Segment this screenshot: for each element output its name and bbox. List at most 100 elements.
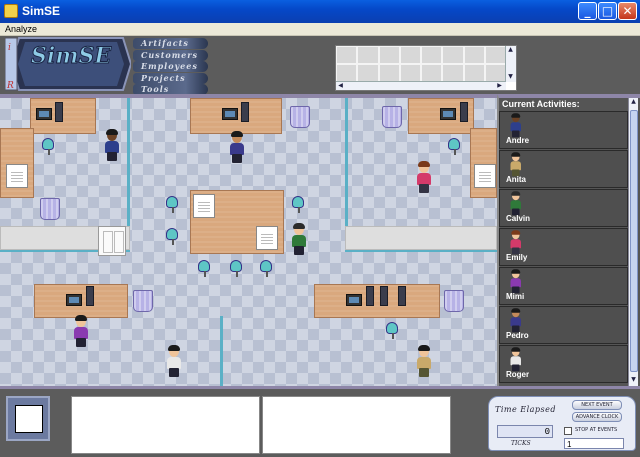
- grid-cell[interactable]: [378, 64, 400, 82]
- computer-monitor-icon: [440, 108, 456, 120]
- employee-list-item-roger[interactable]: Roger: [499, 345, 628, 383]
- nav-customers[interactable]: Customers: [133, 49, 208, 61]
- next-event-button[interactable]: NEXT EVENT: [572, 400, 622, 410]
- grid-cell[interactable]: [442, 46, 464, 64]
- document-artifact-icon[interactable]: [474, 164, 496, 188]
- grid-cell[interactable]: [442, 64, 464, 82]
- cabinet-icon: [98, 226, 126, 256]
- computer-monitor-icon: [346, 294, 362, 306]
- ticks-display: 0: [497, 425, 553, 438]
- employee-sprite-mimi[interactable]: [72, 315, 90, 348]
- nav-projects[interactable]: Projects: [133, 72, 208, 84]
- advance-steps-input[interactable]: 1: [564, 438, 624, 449]
- employee-name: Andre: [506, 136, 530, 145]
- grid-cell[interactable]: [399, 64, 421, 82]
- scroll-up-arrow-icon[interactable]: ▲: [629, 98, 638, 105]
- employee-list-item-andre[interactable]: Andre: [499, 111, 628, 149]
- computer-tower-icon: [366, 286, 374, 306]
- ticks-value: 0: [544, 427, 550, 437]
- office-chair-icon: [166, 196, 178, 213]
- employee-portrait-icon: [509, 308, 521, 333]
- office-wall: [127, 98, 130, 228]
- svg-text:R: R: [6, 81, 14, 91]
- document-artifact-icon[interactable]: [193, 194, 215, 218]
- minimize-button[interactable]: _: [578, 2, 597, 20]
- grid-cell[interactable]: [463, 46, 485, 64]
- employee-name: Roger: [506, 370, 530, 379]
- svg-text:i: i: [8, 43, 11, 53]
- java-app-icon: [4, 4, 18, 18]
- grid-vertical-scrollbar[interactable]: ▲ ▼: [505, 46, 516, 82]
- employee-list-item-calvin[interactable]: Calvin: [499, 189, 628, 227]
- office-chair-icon: [386, 322, 398, 339]
- grid-cell[interactable]: [336, 46, 358, 64]
- grid-cell[interactable]: [357, 46, 379, 64]
- selected-object-frame: [6, 396, 50, 441]
- overview-grid: [336, 46, 506, 82]
- scroll-down-arrow-icon[interactable]: ▼: [629, 376, 638, 383]
- nav-menu: Artifacts Customers Employees Projects T…: [133, 38, 208, 96]
- simse-logo: i R SimSE: [5, 37, 131, 91]
- grid-cell[interactable]: [399, 46, 421, 64]
- computer-monitor-icon: [66, 294, 82, 306]
- office-chair-icon: [166, 228, 178, 245]
- document-artifact-icon[interactable]: [6, 164, 28, 188]
- employee-sprite-andre[interactable]: [103, 129, 121, 162]
- office-map[interactable]: [0, 94, 497, 386]
- office-chair-icon: [292, 196, 304, 213]
- employee-sprite-emily[interactable]: [415, 161, 433, 194]
- grid-cell[interactable]: [421, 64, 443, 82]
- selected-object-image: [15, 405, 43, 433]
- employee-sprite-calvin[interactable]: [290, 223, 308, 256]
- advance-steps-value: 1: [567, 440, 572, 449]
- scroll-right-arrow-icon[interactable]: ▶: [495, 82, 504, 89]
- computer-tower-icon: [86, 286, 94, 306]
- grid-horizontal-scrollbar[interactable]: ◀ ▶: [336, 81, 506, 90]
- employee-portrait-icon: [509, 269, 521, 294]
- employee-list-scrollbar[interactable]: ▲ ▼: [628, 98, 638, 386]
- close-button[interactable]: ✕: [618, 2, 637, 20]
- employee-sprite-roger[interactable]: [165, 345, 183, 378]
- stop-at-events-checkbox[interactable]: [564, 427, 572, 435]
- employee-list-item-mimi[interactable]: Mimi: [499, 267, 628, 305]
- nav-employees[interactable]: Employees: [133, 61, 208, 72]
- employee-list-item-pedro[interactable]: Pedro: [499, 306, 628, 344]
- computer-tower-icon: [398, 286, 406, 306]
- trash-bin-icon: [444, 290, 464, 312]
- employee-list-item-emily[interactable]: Emily: [499, 228, 628, 266]
- computer-tower-icon: [241, 102, 249, 122]
- scroll-up-arrow-icon[interactable]: ▲: [506, 46, 515, 53]
- employee-sprite-pedro[interactable]: [228, 131, 246, 164]
- advance-clock-button[interactable]: ADVANCE CLOCK: [572, 412, 622, 422]
- grid-cell[interactable]: [357, 64, 379, 82]
- grid-cell[interactable]: [336, 64, 358, 82]
- info-text-area-left[interactable]: [71, 396, 260, 454]
- svg-text:SimSE: SimSE: [31, 43, 112, 69]
- computer-monitor-icon: [222, 108, 238, 120]
- overview-grid-panel: ▲ ▼ ◀ ▶: [335, 45, 517, 91]
- info-text-area-right[interactable]: [262, 396, 451, 454]
- office-wall: [220, 316, 223, 386]
- grid-cell[interactable]: [484, 64, 506, 82]
- grid-cell[interactable]: [421, 46, 443, 64]
- trash-bin-icon: [133, 290, 153, 312]
- scroll-down-arrow-icon[interactable]: ▼: [506, 73, 515, 80]
- desk: [314, 284, 440, 318]
- maximize-button[interactable]: □: [598, 2, 617, 20]
- grid-cell[interactable]: [463, 64, 485, 82]
- employee-sprite-anita[interactable]: [415, 345, 433, 378]
- grid-cell[interactable]: [378, 46, 400, 64]
- grid-cell[interactable]: [484, 46, 506, 64]
- employee-portrait-icon: [509, 191, 521, 216]
- window-title: SimSE: [22, 4, 61, 18]
- document-artifact-icon[interactable]: [256, 226, 278, 250]
- employee-list-item-anita[interactable]: Anita: [499, 150, 628, 188]
- trash-bin-icon: [290, 106, 310, 128]
- scrollbar-thumb[interactable]: [630, 110, 638, 372]
- scroll-left-arrow-icon[interactable]: ◀: [336, 82, 345, 89]
- stop-at-events-label: STOP AT EVENTS: [575, 427, 618, 433]
- menu-analyze[interactable]: Analyze: [5, 23, 37, 36]
- trash-bin-icon: [40, 198, 60, 220]
- office-chair-icon: [448, 138, 460, 155]
- nav-artifacts[interactable]: Artifacts: [133, 38, 208, 49]
